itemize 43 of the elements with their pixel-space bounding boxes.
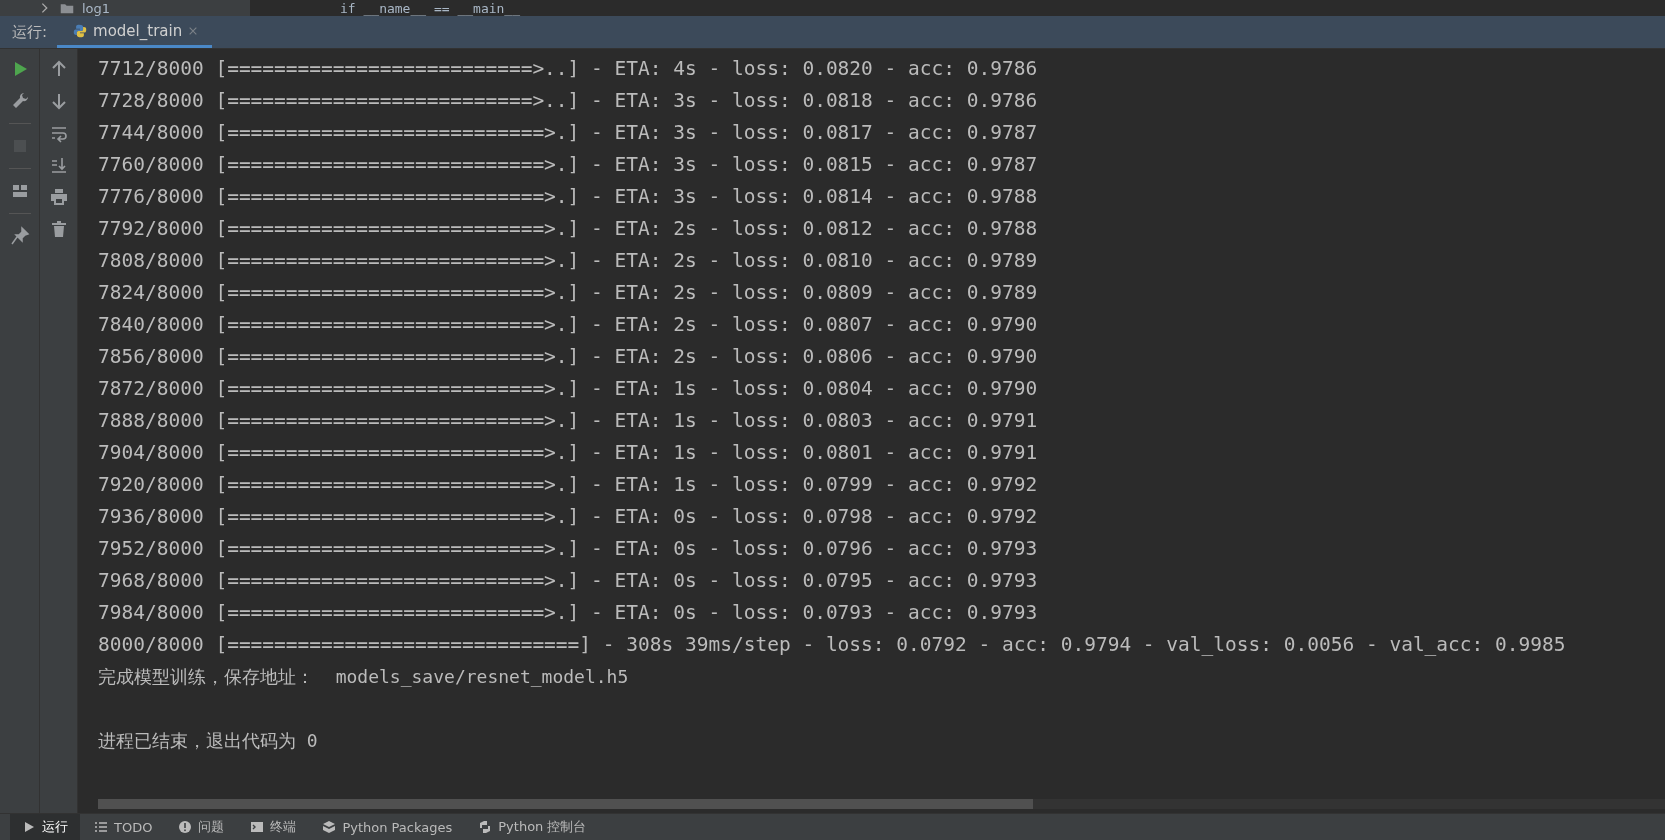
- progress-line: 7856/8000 [===========================>.] - ETA: 2s - loss: 0.0806 - acc: 0.9790: [98, 344, 1039, 370]
- python-icon: [73, 23, 88, 38]
- code-line: if __name__ == __main__: [340, 0, 520, 16]
- progress-line: 7728/8000 [==========================>..] - ETA: 3s - loss: 0.0818 - acc: 0.9786: [98, 88, 1039, 114]
- progress-line: 7952/8000 [===========================>.] - ETA: 0s - loss: 0.0796 - acc: 0.9793: [98, 536, 1039, 562]
- output-line: 完成模型训练，保存地址： models_save/resnet_model.h5: [98, 665, 630, 689]
- progress-line: 7968/8000 [===========================>.] - ETA: 0s - loss: 0.0795 - acc: 0.9793: [98, 568, 1039, 594]
- close-icon[interactable]: [188, 25, 199, 36]
- progress-line: 7984/8000 [===========================>.] - ETA: 0s - loss: 0.0793 - acc: 0.9793: [98, 600, 1039, 626]
- progress-line: 7744/8000 [===========================>.] - ETA: 3s - loss: 0.0817 - acc: 0.9787: [98, 120, 1039, 146]
- run-tab[interactable]: model_train: [57, 16, 213, 48]
- pin-icon[interactable]: [9, 226, 30, 246]
- progress-line: 8000/8000 [==============================] - 308s 39ms/step - loss: 0.0792 - acc: 0.9794 - val_loss: 0.0056 - val_acc: 0.9985: [98, 632, 1567, 658]
- print-icon[interactable]: [48, 187, 69, 207]
- terminal-icon: [250, 820, 265, 834]
- progress-line: 7776/8000 [===========================>.] - ETA: 3s - loss: 0.0814 - acc: 0.9788: [98, 184, 1039, 210]
- scrollbar-thumb[interactable]: [98, 799, 1033, 809]
- progress-line: 7888/8000 [===========================>.] - ETA: 1s - loss: 0.0803 - acc: 0.9791: [98, 408, 1039, 434]
- progress-line: 7824/8000 [===========================>.] - ETA: 2s - loss: 0.0809 - acc: 0.9789: [98, 280, 1039, 306]
- exit-message: 进程已结束，退出代码为 0: [98, 729, 319, 753]
- list-icon: [94, 820, 108, 834]
- package-icon: [322, 820, 337, 834]
- alert-icon: [178, 820, 193, 834]
- progress-line: 7920/8000 [===========================>.] - ETA: 1s - loss: 0.0799 - acc: 0.9792: [98, 472, 1039, 498]
- progress-line: 7936/8000 [===========================>.] - ETA: 0s - loss: 0.0798 - acc: 0.9792: [98, 504, 1039, 530]
- horizontal-scrollbar[interactable]: [98, 799, 1665, 809]
- run-label: 运行:: [11, 21, 49, 43]
- tool-window-tab[interactable]: Python Packages: [310, 814, 465, 840]
- progress-line: 7904/8000 [===========================>.] - ETA: 1s - loss: 0.0801 - acc: 0.9791: [98, 440, 1039, 466]
- tool-window-tab[interactable]: 终端: [238, 814, 309, 840]
- folder-name[interactable]: log1: [82, 0, 111, 16]
- progress-line: 7760/8000 [===========================>.] - ETA: 3s - loss: 0.0815 - acc: 0.9787: [98, 152, 1039, 178]
- tool-window-tab[interactable]: 问题: [166, 814, 237, 840]
- progress-line: 7872/8000 [===========================>.] - ETA: 1s - loss: 0.0804 - acc: 0.9790: [98, 376, 1039, 402]
- tool-window-tab[interactable]: Python 控制台: [466, 814, 599, 840]
- progress-line: 7712/8000 [==========================>..] - ETA: 4s - loss: 0.0820 - acc: 0.9786: [98, 56, 1039, 82]
- python-icon: [478, 820, 493, 834]
- run-icon: [22, 820, 36, 834]
- tool-window-tab[interactable]: 运行: [10, 814, 80, 840]
- tool-window-tab[interactable]: TODO: [82, 814, 165, 840]
- progress-line: 7808/8000 [===========================>.] - ETA: 2s - loss: 0.0810 - acc: 0.9789: [98, 248, 1039, 274]
- progress-line: 7792/8000 [===========================>.] - ETA: 2s - loss: 0.0812 - acc: 0.9788: [98, 216, 1039, 242]
- progress-line: 7840/8000 [===========================>.] - ETA: 2s - loss: 0.0807 - acc: 0.9790: [98, 312, 1039, 338]
